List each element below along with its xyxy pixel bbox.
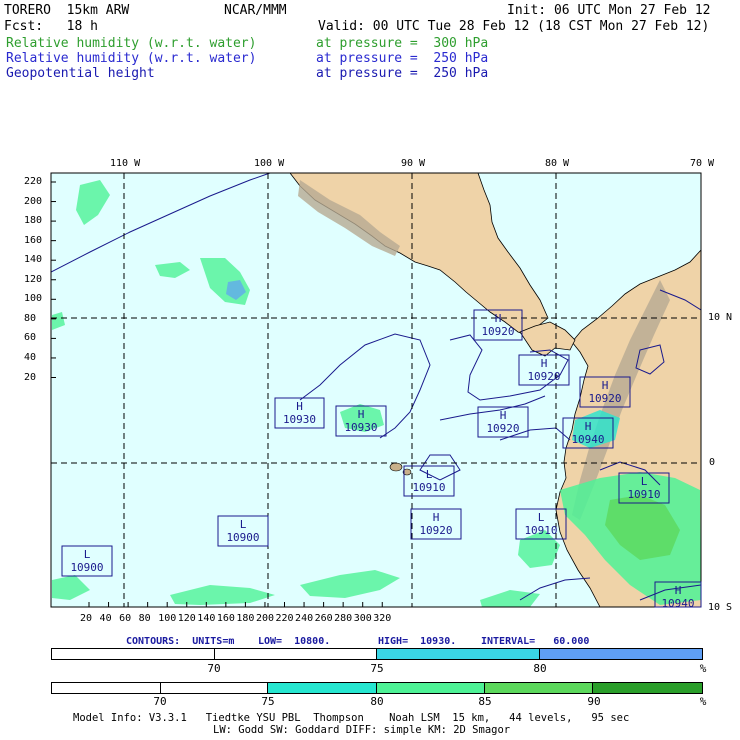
marker-value: 10910 <box>412 481 445 494</box>
x-tick-label: 220 <box>275 613 294 624</box>
marker-type: H <box>541 357 548 370</box>
colorbar-rh250 <box>51 648 703 660</box>
marker-value: 10900 <box>70 561 103 574</box>
lat-label: 10 N <box>708 312 733 323</box>
colorbar-segment <box>377 649 540 659</box>
colorbar-segment <box>214 649 377 659</box>
colorbar-unit: % <box>699 662 707 675</box>
x-tick-label: 260 <box>314 613 333 624</box>
lon-label: 100 W <box>254 158 285 169</box>
y-tick-label: 20 <box>24 371 37 383</box>
contour-units: CONTOURS: UNITS=m <box>126 636 235 647</box>
colorbar-segment <box>268 683 378 693</box>
y-tick-label: 60 <box>24 332 37 344</box>
lon-label: 90 W <box>401 158 426 169</box>
colorbar-label: 90 <box>587 695 601 708</box>
marker-type: H <box>495 312 502 325</box>
lon-label: 80 W <box>545 158 570 169</box>
marker-type: H <box>602 379 609 392</box>
y-tick-label: 100 <box>24 293 43 305</box>
marker-value: 10930 <box>283 413 316 426</box>
x-tick-label: 120 <box>177 613 196 624</box>
marker-value: 10930 <box>344 421 377 434</box>
colorbar-label: 70 <box>207 662 221 675</box>
marker-value: 10920 <box>486 422 519 435</box>
colorbar-label: 85 <box>478 695 492 708</box>
y-tick-label: 160 <box>24 234 43 246</box>
contour-high: HIGH= 10930. <box>378 636 457 647</box>
x-tick-label: 140 <box>197 613 216 624</box>
marker-type: L <box>240 518 247 531</box>
lat-label: 10 S <box>708 602 733 613</box>
marker-type: L <box>84 548 91 561</box>
colorbar-segment <box>377 683 485 693</box>
x-tick-label: 240 <box>295 613 314 624</box>
marker-value: 10920 <box>481 325 514 338</box>
colorbar-label: 70 <box>153 695 167 708</box>
marker-type: L <box>538 511 545 524</box>
x-tick-label: 280 <box>334 613 353 624</box>
marker-type: L <box>426 468 433 481</box>
contour-interval: INTERVAL= 60.000 <box>481 636 590 647</box>
y-tick-label: 180 <box>24 215 43 227</box>
lon-label: 110 W <box>110 158 141 169</box>
y-tick-label: 200 <box>24 195 43 207</box>
galapagos-island <box>389 462 403 472</box>
x-tick-label: 200 <box>255 613 274 624</box>
x-tick-label: 80 <box>138 613 151 624</box>
y-tick-label: 220 <box>24 176 43 187</box>
y-tick-label: 140 <box>24 254 43 266</box>
colorbar-segment <box>160 683 269 693</box>
marker-value: 10940 <box>571 433 604 446</box>
y-tick-label: 40 <box>24 351 37 363</box>
marker-value: 10920 <box>588 392 621 405</box>
colorbar-segment <box>52 649 215 659</box>
marker-value: 10920 <box>419 524 452 537</box>
model-info: Model Info: V3.3.1 Tiedtke YSU PBL Thomp… <box>73 712 630 724</box>
x-tick-label: 20 <box>80 613 93 624</box>
physics-info: LW: Godd SW: Goddard DIFF: simple KM: 2D… <box>213 724 511 736</box>
x-tick-label: 300 <box>353 613 372 624</box>
x-tick-label: 320 <box>373 613 392 624</box>
y-tick-label: 120 <box>24 273 43 285</box>
colorbar-segment <box>593 683 703 693</box>
lon-label: 70 W <box>690 158 715 169</box>
marker-value: 10910 <box>524 524 557 537</box>
marker-value: 10940 <box>661 597 694 610</box>
colorbar-rh300 <box>51 682 703 694</box>
colorbar-unit: % <box>699 695 707 708</box>
marker-type: H <box>500 409 507 422</box>
marker-value: 10910 <box>627 488 660 501</box>
y-tick-label: 80 <box>24 312 37 324</box>
marker-type: H <box>296 400 303 413</box>
colorbar-label: 75 <box>261 695 275 708</box>
marker-type: H <box>433 511 440 524</box>
colorbar-label: 75 <box>370 662 384 675</box>
marker-type: H <box>585 420 592 433</box>
marker-type: H <box>358 408 365 421</box>
x-tick-label: 100 <box>158 613 177 624</box>
x-tick-label: 60 <box>119 613 132 624</box>
x-tick-label: 160 <box>216 613 235 624</box>
contour-low: LOW= 10800. <box>258 636 331 647</box>
lat-label: 0 <box>709 457 716 468</box>
colorbar-label: 80 <box>533 662 547 675</box>
weather-map: H10920H10920H10920H10930 H10930H10920 H109… <box>50 172 702 610</box>
marker-value: 10920 <box>527 370 560 383</box>
x-tick-label: 180 <box>236 613 255 624</box>
marker-type: H <box>675 584 682 597</box>
colorbar-segment <box>52 683 161 693</box>
colorbar-label: 80 <box>370 695 384 708</box>
marker-type: L <box>641 475 648 488</box>
colorbar-segment <box>539 649 702 659</box>
colorbar-segment <box>484 683 594 693</box>
marker-value: 10900 <box>226 531 259 544</box>
x-tick-label: 40 <box>99 613 112 624</box>
